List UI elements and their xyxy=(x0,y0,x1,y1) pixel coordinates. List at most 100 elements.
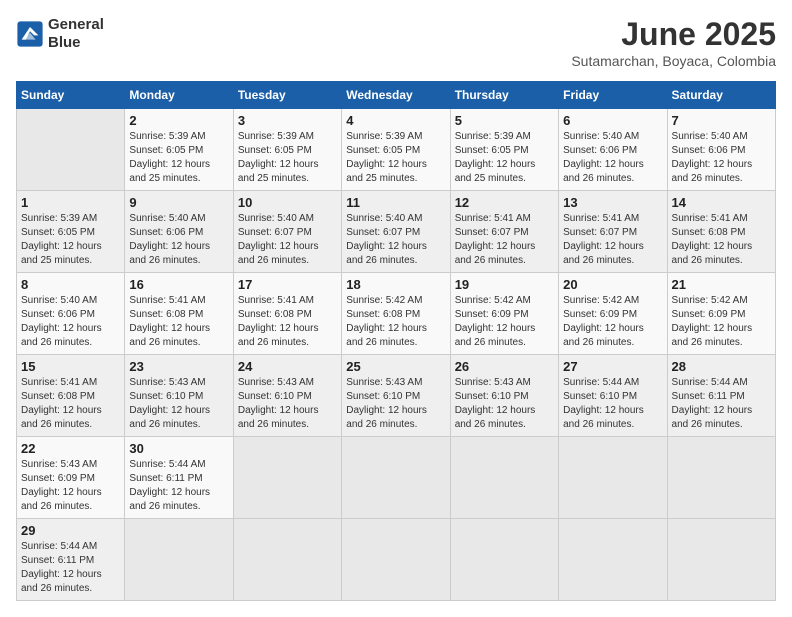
calendar-day-cell: 13 Sunrise: 5:41 AM Sunset: 6:07 PM Dayli… xyxy=(559,191,667,273)
calendar-week-row: 1Sunrise: 5:39 AM Sunset: 6:05 PM Daylig… xyxy=(17,191,776,273)
day-number: 17 xyxy=(238,277,337,292)
day-number: 16 xyxy=(129,277,228,292)
calendar-header-cell: Saturday xyxy=(667,82,775,109)
calendar-week-row: 29 Sunrise: 5:44 AM Sunset: 6:11 PM Dayli… xyxy=(17,519,776,601)
calendar-day-cell xyxy=(17,109,125,191)
calendar-day-cell: 12 Sunrise: 5:41 AM Sunset: 6:07 PM Dayli… xyxy=(450,191,558,273)
day-number: 2 xyxy=(129,113,228,128)
day-number: 22 xyxy=(21,441,120,456)
day-info: Sunrise: 5:43 AM Sunset: 6:10 PM Dayligh… xyxy=(129,376,228,432)
logo-line2: Blue xyxy=(48,34,104,52)
calendar-day-cell: 6 Sunrise: 5:40 AM Sunset: 6:06 PM Daylig… xyxy=(559,109,667,191)
calendar-day-cell: 3 Sunrise: 5:39 AM Sunset: 6:05 PM Daylig… xyxy=(233,109,341,191)
calendar-day-cell: 7 Sunrise: 5:40 AM Sunset: 6:06 PM Daylig… xyxy=(667,109,775,191)
day-number: 14 xyxy=(672,195,771,210)
calendar-day-cell: 15Sunrise: 5:41 AM Sunset: 6:08 PM Dayli… xyxy=(17,355,125,437)
calendar-day-cell xyxy=(559,519,667,601)
day-number: 3 xyxy=(238,113,337,128)
calendar-day-cell: 18 Sunrise: 5:42 AM Sunset: 6:08 PM Dayli… xyxy=(342,273,450,355)
calendar-day-cell xyxy=(559,437,667,519)
day-info: Sunrise: 5:41 AM Sunset: 6:08 PM Dayligh… xyxy=(129,294,228,350)
day-info: Sunrise: 5:41 AM Sunset: 6:08 PM Dayligh… xyxy=(672,212,771,268)
day-info: Sunrise: 5:39 AM Sunset: 6:05 PM Dayligh… xyxy=(129,130,228,186)
day-info: Sunrise: 5:43 AM Sunset: 6:09 PM Dayligh… xyxy=(21,458,120,514)
day-info: Sunrise: 5:41 AM Sunset: 6:07 PM Dayligh… xyxy=(455,212,554,268)
day-number: 27 xyxy=(563,359,662,374)
calendar-day-cell: 4Sunrise: 5:39 AM Sunset: 6:05 PM Daylig… xyxy=(342,109,450,191)
calendar-day-cell: 25Sunrise: 5:43 AM Sunset: 6:10 PM Dayli… xyxy=(342,355,450,437)
logo: General Blue xyxy=(16,16,104,52)
calendar-day-cell: 27 Sunrise: 5:44 AM Sunset: 6:10 PM Dayli… xyxy=(559,355,667,437)
day-number: 26 xyxy=(455,359,554,374)
calendar-header-cell: Tuesday xyxy=(233,82,341,109)
day-info: Sunrise: 5:41 AM Sunset: 6:08 PM Dayligh… xyxy=(238,294,337,350)
day-info: Sunrise: 5:40 AM Sunset: 6:07 PM Dayligh… xyxy=(238,212,337,268)
day-info: Sunrise: 5:44 AM Sunset: 6:11 PM Dayligh… xyxy=(129,458,228,514)
day-number: 13 xyxy=(563,195,662,210)
day-number: 19 xyxy=(455,277,554,292)
calendar-day-cell: 26 Sunrise: 5:43 AM Sunset: 6:10 PM Dayli… xyxy=(450,355,558,437)
day-info: Sunrise: 5:40 AM Sunset: 6:06 PM Dayligh… xyxy=(21,294,120,350)
calendar-table: SundayMondayTuesdayWednesdayThursdayFrid… xyxy=(16,81,776,601)
day-info: Sunrise: 5:44 AM Sunset: 6:11 PM Dayligh… xyxy=(672,376,771,432)
title-area: June 2025 Sutamarchan, Boyaca, Colombia xyxy=(571,16,776,69)
calendar-day-cell: 30 Sunrise: 5:44 AM Sunset: 6:11 PM Dayli… xyxy=(125,437,233,519)
calendar-day-cell: 29 Sunrise: 5:44 AM Sunset: 6:11 PM Dayli… xyxy=(17,519,125,601)
day-number: 8 xyxy=(21,277,120,292)
day-number: 15 xyxy=(21,359,120,374)
day-number: 18 xyxy=(346,277,445,292)
logo-line1: General xyxy=(48,16,104,34)
day-number: 1 xyxy=(21,195,120,210)
calendar-header-row: SundayMondayTuesdayWednesdayThursdayFrid… xyxy=(17,82,776,109)
day-info: Sunrise: 5:43 AM Sunset: 6:10 PM Dayligh… xyxy=(455,376,554,432)
calendar-week-row: 15Sunrise: 5:41 AM Sunset: 6:08 PM Dayli… xyxy=(17,355,776,437)
calendar-day-cell: 11 Sunrise: 5:40 AM Sunset: 6:07 PM Dayli… xyxy=(342,191,450,273)
day-info: Sunrise: 5:39 AM Sunset: 6:05 PM Dayligh… xyxy=(346,130,445,186)
day-info: Sunrise: 5:44 AM Sunset: 6:11 PM Dayligh… xyxy=(21,540,120,596)
day-number: 12 xyxy=(455,195,554,210)
day-info: Sunrise: 5:40 AM Sunset: 6:07 PM Dayligh… xyxy=(346,212,445,268)
calendar-title: June 2025 xyxy=(571,16,776,53)
day-info: Sunrise: 5:39 AM Sunset: 6:05 PM Dayligh… xyxy=(455,130,554,186)
calendar-day-cell: 10Sunrise: 5:40 AM Sunset: 6:07 PM Dayli… xyxy=(233,191,341,273)
calendar-day-cell xyxy=(667,519,775,601)
calendar-day-cell xyxy=(450,437,558,519)
calendar-body: 2 Sunrise: 5:39 AM Sunset: 6:05 PM Daylig… xyxy=(17,109,776,601)
day-info: Sunrise: 5:44 AM Sunset: 6:10 PM Dayligh… xyxy=(563,376,662,432)
calendar-day-cell: 1Sunrise: 5:39 AM Sunset: 6:05 PM Daylig… xyxy=(17,191,125,273)
calendar-day-cell: 28 Sunrise: 5:44 AM Sunset: 6:11 PM Dayli… xyxy=(667,355,775,437)
day-info: Sunrise: 5:42 AM Sunset: 6:09 PM Dayligh… xyxy=(455,294,554,350)
calendar-subtitle: Sutamarchan, Boyaca, Colombia xyxy=(571,53,776,69)
calendar-day-cell: 17 Sunrise: 5:41 AM Sunset: 6:08 PM Dayli… xyxy=(233,273,341,355)
day-number: 11 xyxy=(346,195,445,210)
day-info: Sunrise: 5:39 AM Sunset: 6:05 PM Dayligh… xyxy=(238,130,337,186)
day-number: 28 xyxy=(672,359,771,374)
day-number: 9 xyxy=(129,195,228,210)
day-number: 29 xyxy=(21,523,120,538)
day-info: Sunrise: 5:42 AM Sunset: 6:09 PM Dayligh… xyxy=(672,294,771,350)
day-info: Sunrise: 5:41 AM Sunset: 6:07 PM Dayligh… xyxy=(563,212,662,268)
calendar-day-cell: 2 Sunrise: 5:39 AM Sunset: 6:05 PM Daylig… xyxy=(125,109,233,191)
day-number: 7 xyxy=(672,113,771,128)
calendar-day-cell: 22 Sunrise: 5:43 AM Sunset: 6:09 PM Dayli… xyxy=(17,437,125,519)
calendar-week-row: 2 Sunrise: 5:39 AM Sunset: 6:05 PM Daylig… xyxy=(17,109,776,191)
calendar-day-cell xyxy=(450,519,558,601)
calendar-day-cell xyxy=(233,519,341,601)
calendar-day-cell xyxy=(667,437,775,519)
calendar-day-cell: 23 Sunrise: 5:43 AM Sunset: 6:10 PM Dayli… xyxy=(125,355,233,437)
calendar-day-cell: 8 Sunrise: 5:40 AM Sunset: 6:06 PM Daylig… xyxy=(17,273,125,355)
logo-icon xyxy=(16,20,44,48)
day-info: Sunrise: 5:42 AM Sunset: 6:08 PM Dayligh… xyxy=(346,294,445,350)
day-number: 30 xyxy=(129,441,228,456)
day-number: 21 xyxy=(672,277,771,292)
day-info: Sunrise: 5:42 AM Sunset: 6:09 PM Dayligh… xyxy=(563,294,662,350)
day-info: Sunrise: 5:40 AM Sunset: 6:06 PM Dayligh… xyxy=(563,130,662,186)
day-info: Sunrise: 5:40 AM Sunset: 6:06 PM Dayligh… xyxy=(672,130,771,186)
day-number: 23 xyxy=(129,359,228,374)
calendar-day-cell: 16 Sunrise: 5:41 AM Sunset: 6:08 PM Dayli… xyxy=(125,273,233,355)
day-number: 6 xyxy=(563,113,662,128)
day-number: 25 xyxy=(346,359,445,374)
calendar-day-cell: 5Sunrise: 5:39 AM Sunset: 6:05 PM Daylig… xyxy=(450,109,558,191)
calendar-day-cell xyxy=(233,437,341,519)
calendar-day-cell: 19 Sunrise: 5:42 AM Sunset: 6:09 PM Dayli… xyxy=(450,273,558,355)
